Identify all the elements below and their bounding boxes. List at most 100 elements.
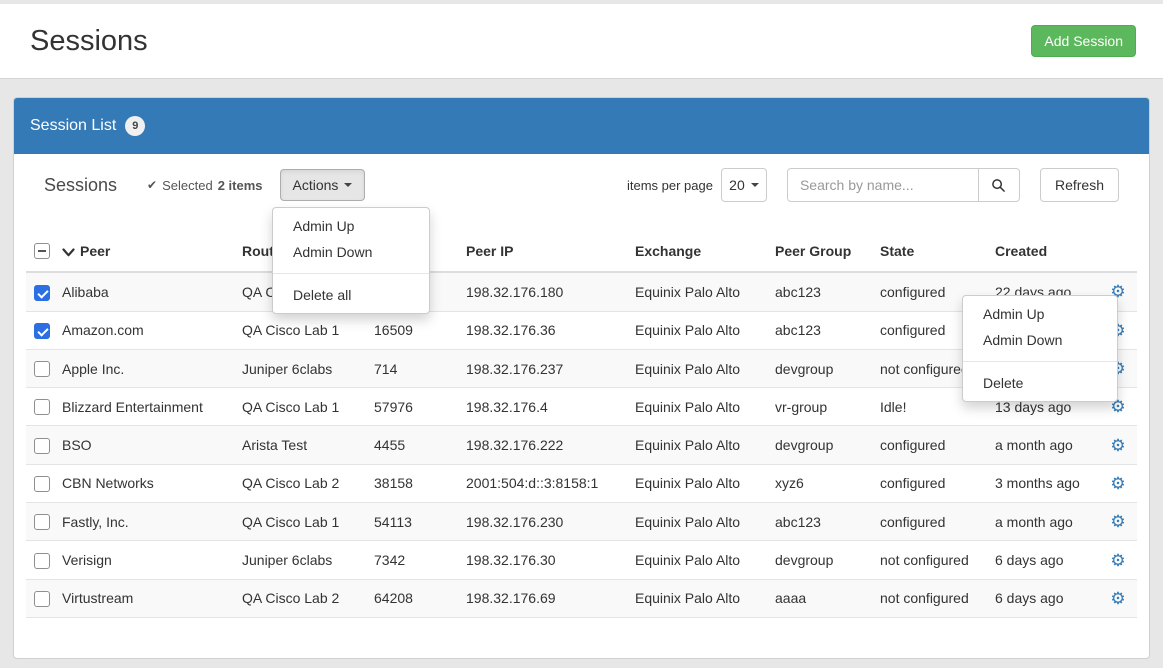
toolbar: Sessions ✔ Selected 2 items Actions item…: [26, 168, 1137, 202]
panel-header: Session List 9: [14, 98, 1149, 154]
cell-asn: 38158: [366, 464, 458, 502]
page-title: Sessions: [30, 25, 1031, 58]
cell-router: Juniper 6clabs: [234, 349, 366, 387]
column-header-peer-group[interactable]: Peer Group: [767, 234, 872, 272]
row-checkbox[interactable]: [34, 591, 50, 607]
row-actions-cell: ⚙: [1099, 426, 1137, 464]
table-row: Virtustream QA Cisco Lab 2 64208 198.32.…: [26, 579, 1137, 617]
cell-created: 6 days ago: [987, 579, 1099, 617]
row-select-cell: [26, 503, 54, 541]
cell-router: Juniper 6clabs: [234, 541, 366, 579]
cell-peer-ip: 198.32.176.230: [458, 503, 627, 541]
gear-icon[interactable]: ⚙: [1110, 551, 1125, 570]
row-actions-cell: ⚙: [1099, 503, 1137, 541]
selected-count: 2 items: [218, 178, 263, 193]
cell-peer-ip: 198.32.176.180: [458, 272, 627, 311]
actions-menu-admin-down[interactable]: Admin Down: [273, 239, 429, 265]
session-table: Peer Router ASN Peer IP Exchange Peer Gr…: [26, 234, 1137, 618]
cell-peer-ip: 198.32.176.237: [458, 349, 627, 387]
cell-peer: Virtustream: [54, 579, 234, 617]
table-header-row: Peer Router ASN Peer IP Exchange Peer Gr…: [26, 234, 1137, 272]
cell-peer-ip: 198.32.176.4: [458, 388, 627, 426]
cell-peer: Alibaba: [54, 272, 234, 311]
cell-exchange: Equinix Palo Alto: [627, 464, 767, 502]
panel-title: Session List: [30, 117, 116, 135]
search-button[interactable]: [978, 168, 1020, 202]
cell-exchange: Equinix Palo Alto: [627, 541, 767, 579]
cell-peer-group: abc123: [767, 272, 872, 311]
column-header-peer-ip[interactable]: Peer IP: [458, 234, 627, 272]
row-menu-admin-down[interactable]: Admin Down: [963, 327, 1117, 353]
table-row: Verisign Juniper 6clabs 7342 198.32.176.…: [26, 541, 1137, 579]
actions-button-label: Actions: [293, 176, 339, 194]
gear-icon[interactable]: ⚙: [1110, 512, 1125, 531]
table-row: CBN Networks QA Cisco Lab 2 38158 2001:5…: [26, 464, 1137, 502]
search-icon: [991, 178, 1006, 193]
gear-icon[interactable]: ⚙: [1110, 436, 1125, 455]
check-icon: ✔: [147, 178, 157, 192]
actions-menu-delete-all[interactable]: Delete all: [273, 282, 429, 308]
search-input[interactable]: [787, 168, 979, 202]
cell-asn: 54113: [366, 503, 458, 541]
cell-asn: 57976: [366, 388, 458, 426]
row-select-cell: [26, 272, 54, 311]
refresh-button[interactable]: Refresh: [1040, 168, 1119, 202]
select-all-checkbox[interactable]: [34, 243, 50, 259]
cell-created: 3 months ago: [987, 464, 1099, 502]
cell-router: QA Cisco Lab 1: [234, 311, 366, 349]
cell-created: a month ago: [987, 426, 1099, 464]
session-count-badge: 9: [125, 116, 145, 136]
column-header-exchange[interactable]: Exchange: [627, 234, 767, 272]
row-select-cell: [26, 311, 54, 349]
row-actions-cell: ⚙: [1099, 579, 1137, 617]
actions-dropdown-button[interactable]: Actions: [280, 169, 366, 201]
row-checkbox[interactable]: [34, 476, 50, 492]
add-session-button[interactable]: Add Session: [1031, 25, 1136, 57]
cell-peer: Verisign: [54, 541, 234, 579]
row-select-cell: [26, 349, 54, 387]
cell-state: not configured: [872, 541, 987, 579]
row-select-cell: [26, 464, 54, 502]
search-group: [787, 168, 1020, 202]
cell-peer-ip: 2001:504:d::3:8158:1: [458, 464, 627, 502]
row-checkbox[interactable]: [34, 399, 50, 415]
caret-down-icon: [344, 183, 352, 187]
selection-summary: ✔ Selected 2 items: [147, 178, 262, 193]
row-select-cell: [26, 579, 54, 617]
cell-router: QA Cisco Lab 1: [234, 503, 366, 541]
cell-peer: Apple Inc.: [54, 349, 234, 387]
actions-menu-admin-up[interactable]: Admin Up: [273, 213, 429, 239]
gear-icon[interactable]: ⚙: [1110, 589, 1125, 608]
cell-router: QA Cisco Lab 2: [234, 579, 366, 617]
cell-state: not configured: [872, 579, 987, 617]
cell-peer: Fastly, Inc.: [54, 503, 234, 541]
table-subtitle: Sessions: [44, 175, 117, 196]
toolbar-right-group: items per page 20 Refresh: [627, 168, 1119, 202]
cell-state: configured: [872, 503, 987, 541]
row-menu-delete[interactable]: Delete: [963, 370, 1117, 396]
row-checkbox[interactable]: [34, 285, 50, 301]
cell-peer-group: abc123: [767, 503, 872, 541]
cell-state: configured: [872, 426, 987, 464]
actions-dropdown-menu: Admin Up Admin Down Delete all: [272, 207, 430, 314]
cell-exchange: Equinix Palo Alto: [627, 426, 767, 464]
gear-icon[interactable]: ⚙: [1110, 474, 1125, 493]
column-header-peer[interactable]: Peer: [54, 234, 234, 272]
row-checkbox[interactable]: [34, 323, 50, 339]
row-checkbox[interactable]: [34, 361, 50, 377]
cell-peer-group: aaaa: [767, 579, 872, 617]
page-header: Sessions Add Session: [0, 4, 1163, 79]
cell-peer-ip: 198.32.176.222: [458, 426, 627, 464]
cell-peer: Blizzard Entertainment: [54, 388, 234, 426]
menu-divider: [273, 273, 429, 274]
row-checkbox[interactable]: [34, 514, 50, 530]
cell-peer-group: vr-group: [767, 388, 872, 426]
column-header-created[interactable]: Created: [987, 234, 1099, 272]
cell-peer-ip: 198.32.176.30: [458, 541, 627, 579]
row-checkbox[interactable]: [34, 438, 50, 454]
row-menu-admin-up[interactable]: Admin Up: [963, 301, 1117, 327]
row-checkbox[interactable]: [34, 553, 50, 569]
cell-created: a month ago: [987, 503, 1099, 541]
items-per-page-select[interactable]: 20: [721, 168, 767, 202]
column-header-state[interactable]: State: [872, 234, 987, 272]
